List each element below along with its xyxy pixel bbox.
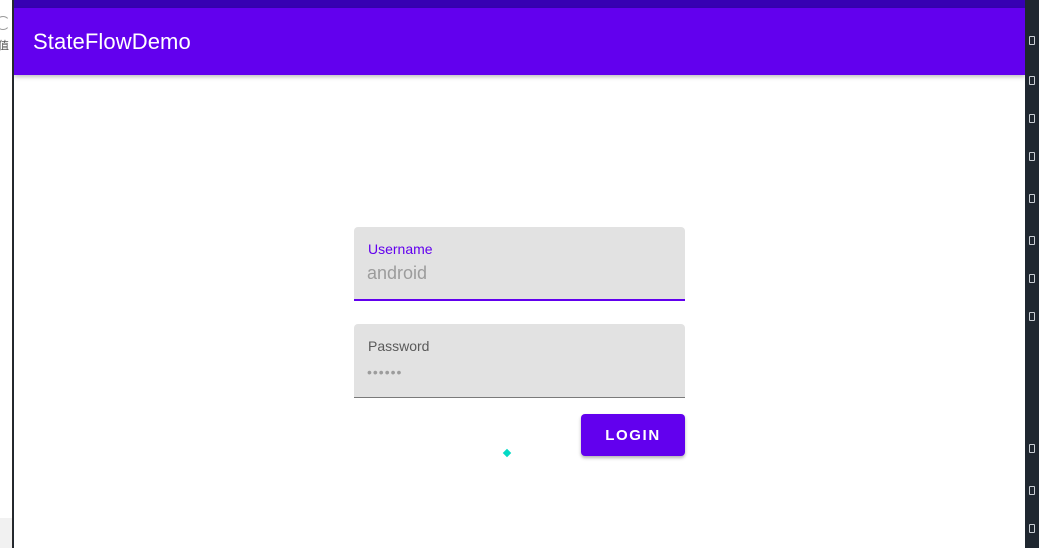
- toolbar-icon[interactable]: [1029, 312, 1035, 321]
- password-field[interactable]: Password: [354, 324, 685, 398]
- toolbar-icon[interactable]: [1029, 236, 1035, 245]
- toolbar-icon[interactable]: [1029, 444, 1035, 453]
- toolbar-icon[interactable]: [1029, 274, 1035, 283]
- toolbar-icon[interactable]: [1029, 76, 1035, 85]
- host-window-left-edge: 值: [0, 0, 13, 548]
- toolbar-icon[interactable]: [1029, 524, 1035, 533]
- username-input[interactable]: [367, 260, 667, 286]
- refresh-icon[interactable]: [0, 16, 10, 30]
- host-left-strip: [0, 518, 12, 548]
- password-input[interactable]: [367, 359, 667, 385]
- status-bar: [14, 0, 1025, 8]
- toolbar-icon[interactable]: [1029, 486, 1035, 495]
- password-label: Password: [368, 338, 430, 354]
- toolbar-icon[interactable]: [1029, 152, 1035, 161]
- loading-progress-indicator: [502, 448, 512, 458]
- app-title: StateFlowDemo: [33, 29, 191, 54]
- app-bar: StateFlowDemo: [14, 8, 1025, 75]
- login-button[interactable]: LOGIN: [581, 414, 685, 456]
- emulator-side-toolbar: [1025, 0, 1039, 548]
- cjk-glyph-icon: 值: [0, 41, 9, 52]
- toolbar-icon[interactable]: [1029, 194, 1035, 203]
- toolbar-icon[interactable]: [1029, 114, 1035, 123]
- username-label: Username: [368, 241, 433, 257]
- emulator-screen: StateFlowDemo Username Password LOGIN: [14, 0, 1025, 548]
- toolbar-icon[interactable]: [1029, 36, 1035, 45]
- username-field[interactable]: Username: [354, 227, 685, 301]
